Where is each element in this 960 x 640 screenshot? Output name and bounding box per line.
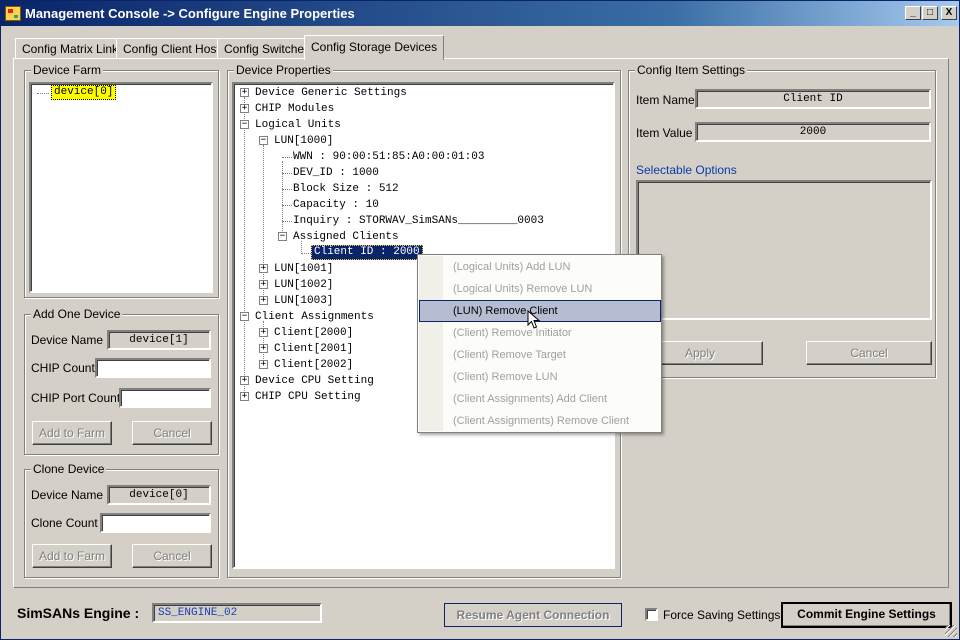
context-menu: (Logical Units) Add LUN (Logical Units) … — [417, 254, 662, 433]
collapse-lun-1000-icon[interactable]: − — [259, 136, 268, 145]
device-properties-title: Device Properties — [234, 63, 333, 77]
chip-count-input[interactable] — [95, 358, 211, 378]
engine-name-field: SS_ENGINE_02 — [152, 603, 322, 623]
window-title: Management Console -> Configure Engine P… — [25, 6, 355, 21]
minimize-button[interactable]: _ — [905, 6, 921, 20]
add-device-name-field: device[1] — [107, 330, 211, 350]
menu-item-add-lun[interactable]: (Logical Units) Add LUN — [419, 256, 660, 278]
tree-node-chip-cpu-setting[interactable]: CHIP CPU Setting — [255, 389, 361, 405]
resize-grip[interactable] — [945, 625, 957, 637]
expand-lun-1001-icon[interactable]: + — [259, 264, 268, 273]
tab-config-storage-devices[interactable]: Config Storage Devices — [304, 35, 445, 60]
device-farm-list[interactable]: device[0] — [29, 82, 213, 293]
tree-node-capacity[interactable]: Capacity : 10 — [293, 197, 379, 213]
add-to-farm-button[interactable]: Add to Farm — [32, 421, 112, 445]
tree-node-client-2000[interactable]: Client[2000] — [274, 325, 353, 341]
force-saving-label[interactable]: Force Saving Settings — [663, 608, 780, 622]
tree-node-block-size[interactable]: Block Size : 512 — [293, 181, 399, 197]
main-window: Management Console -> Configure Engine P… — [0, 0, 960, 640]
tab-config-client-hosts[interactable]: Config Client Hosts — [116, 38, 233, 59]
item-value-field: 2000 — [695, 122, 931, 142]
collapse-logical-units-icon[interactable]: − — [240, 120, 249, 129]
tree-node-lun-1003[interactable]: LUN[1003] — [274, 293, 333, 309]
clone-device-name-field: device[0] — [107, 485, 211, 505]
config-cancel-button[interactable]: Cancel — [806, 341, 932, 365]
tree-node-inquiry[interactable]: Inquiry : STORWAV_SimSANs_________0003 — [293, 213, 544, 229]
expand-client-2001-icon[interactable]: + — [259, 344, 268, 353]
tree-node-device-generic-settings[interactable]: Device Generic Settings — [255, 85, 407, 101]
engine-label: SimSANs Engine : — [17, 605, 140, 621]
expand-device-generic-settings-icon[interactable]: + — [240, 88, 249, 97]
mouse-cursor-icon — [527, 310, 541, 329]
clone-cancel-button[interactable]: Cancel — [132, 544, 212, 568]
item-name-label: Item Name — [636, 93, 695, 107]
tree-node-wwn[interactable]: WWN : 90:00:51:85:A0:00:01:03 — [293, 149, 484, 165]
tab-config-switches[interactable]: Config Switches — [217, 38, 318, 59]
config-item-settings-title: Config Item Settings — [635, 63, 748, 77]
tree-node-chip-modules[interactable]: CHIP Modules — [255, 101, 334, 117]
clone-device-title: Clone Device — [31, 462, 107, 476]
menu-item-add-client[interactable]: (Client Assignments) Add Client — [419, 388, 660, 410]
selectable-options-label: Selectable Options — [636, 163, 737, 177]
menu-item-remove-lun[interactable]: (Logical Units) Remove LUN — [419, 278, 660, 300]
expand-lun-1003-icon[interactable]: + — [259, 296, 268, 305]
tab-config-matrix-links[interactable]: Config Matrix Links — [15, 38, 132, 59]
clone-add-to-farm-button[interactable]: Add to Farm — [32, 544, 112, 568]
tree-node-client-2001[interactable]: Client[2001] — [274, 341, 353, 357]
resume-agent-connection-button[interactable]: Resume Agent Connection — [444, 603, 622, 627]
item-name-field: Client ID — [695, 89, 931, 109]
expand-lun-1002-icon[interactable]: + — [259, 280, 268, 289]
maximize-button[interactable]: □ — [922, 6, 938, 20]
add-device-cancel-button[interactable]: Cancel — [132, 421, 212, 445]
tree-node-assigned-clients[interactable]: Assigned Clients — [293, 229, 399, 245]
tree-node-lun-1001[interactable]: LUN[1001] — [274, 261, 333, 277]
collapse-assigned-clients-icon[interactable]: − — [278, 232, 287, 241]
expand-client-2000-icon[interactable]: + — [259, 328, 268, 337]
app-icon — [5, 6, 21, 21]
clone-device-name-label: Device Name — [31, 488, 104, 502]
tree-node-client-2002[interactable]: Client[2002] — [274, 357, 353, 373]
clone-count-input[interactable] — [100, 513, 211, 533]
close-button[interactable]: X — [941, 6, 957, 20]
clone-count-label: Clone Count — [31, 516, 98, 530]
tree-node-logical-units[interactable]: Logical Units — [255, 117, 341, 133]
device-farm-item[interactable]: device[0] — [51, 85, 117, 100]
selectable-options-list[interactable] — [636, 180, 932, 320]
device-name-label: Device Name — [31, 333, 104, 347]
device-farm-title: Device Farm — [31, 63, 104, 77]
chip-count-label: CHIP Count — [31, 361, 95, 375]
menu-item-client-remove-lun[interactable]: (Client) Remove LUN — [419, 366, 660, 388]
add-one-device-title: Add One Device — [31, 307, 123, 321]
expand-device-cpu-setting-icon[interactable]: + — [240, 376, 249, 385]
tree-node-client-id[interactable]: Client ID : 2000 — [311, 245, 423, 260]
tree-node-device-cpu-setting[interactable]: Device CPU Setting — [255, 373, 374, 389]
menu-item-remove-target[interactable]: (Client) Remove Target — [419, 344, 660, 366]
tree-node-client-assignments[interactable]: Client Assignments — [255, 309, 374, 325]
collapse-client-assignments-icon[interactable]: − — [240, 312, 249, 321]
expand-chip-cpu-setting-icon[interactable]: + — [240, 392, 249, 401]
expand-chip-modules-icon[interactable]: + — [240, 104, 249, 113]
chip-port-count-label: CHIP Port Count — [31, 391, 121, 405]
expand-client-2002-icon[interactable]: + — [259, 360, 268, 369]
menu-item-assignments-remove-client[interactable]: (Client Assignments) Remove Client — [419, 410, 660, 432]
commit-engine-settings-button[interactable]: Commit Engine Settings — [781, 602, 952, 628]
tree-node-lun-1002[interactable]: LUN[1002] — [274, 277, 333, 293]
chip-port-count-input[interactable] — [119, 388, 211, 408]
force-saving-checkbox[interactable] — [645, 608, 658, 621]
tree-node-lun-1000[interactable]: LUN[1000] — [274, 133, 333, 149]
tree-node-dev-id[interactable]: DEV_ID : 1000 — [293, 165, 379, 181]
item-value-label: Item Value — [636, 126, 693, 140]
title-bar[interactable]: Management Console -> Configure Engine P… — [1, 1, 959, 26]
